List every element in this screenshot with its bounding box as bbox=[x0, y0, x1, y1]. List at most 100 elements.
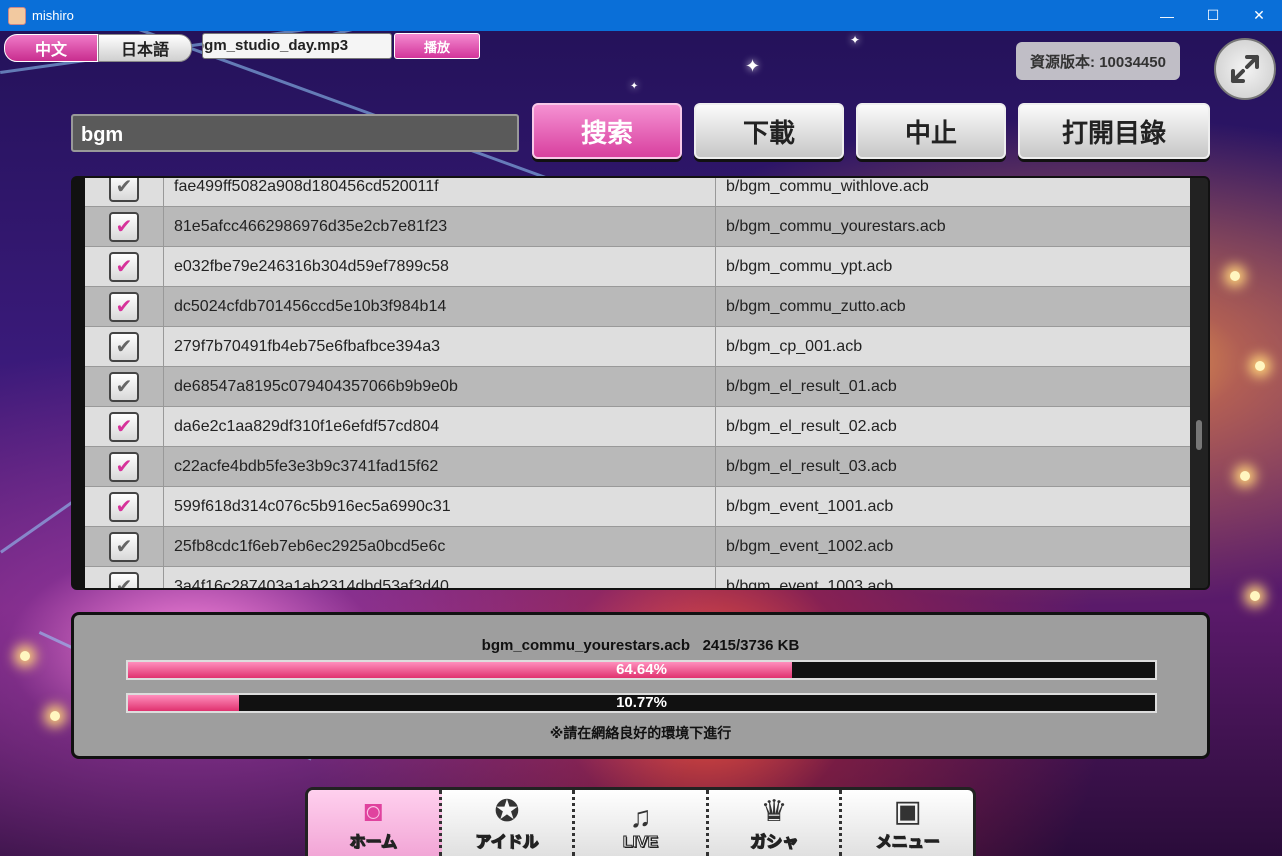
row-check-cell: ✔ bbox=[85, 567, 164, 588]
row-hash: 81e5afcc4662986976d35e2cb7e81f23 bbox=[164, 207, 716, 246]
row-check-cell: ✔ bbox=[85, 367, 164, 406]
row-hash: dc5024cfdb701456ccd5e10b3f984b14 bbox=[164, 287, 716, 326]
minimize-button[interactable]: — bbox=[1144, 0, 1190, 31]
open-directory-button[interactable]: 打開目錄 bbox=[1018, 103, 1210, 159]
download-progress-panel: bgm_commu_yourestars.acb 2415/3736 KB 64… bbox=[71, 612, 1210, 759]
row-checkbox[interactable]: ✔ bbox=[109, 531, 139, 562]
row-path: b/bgm_el_result_01.acb bbox=[726, 377, 897, 395]
stop-button[interactable]: 中止 bbox=[856, 103, 1006, 159]
table-row[interactable]: ✔ 81e5afcc4662986976d35e2cb7e81f23 b/bgm_c… bbox=[85, 207, 1191, 247]
total-progress-label: 10.77% bbox=[616, 694, 667, 711]
nav-label: ガシャ bbox=[750, 834, 799, 852]
network-note: ※請在網絡良好的環境下進行 bbox=[549, 725, 732, 741]
nav-item-1[interactable]: ✪ アイドル bbox=[442, 790, 576, 856]
row-hash: da6e2c1aa829df310f1e6efdf57cd804 bbox=[164, 407, 716, 446]
window-titlebar: mishiro — ☐ ✕ bbox=[0, 0, 1282, 31]
current-file-progress-bar: 64.64% bbox=[126, 660, 1157, 680]
row-hash: c22acfe4bdb5fe3e3b9c3741fad15f62 bbox=[164, 447, 716, 486]
row-checkbox[interactable]: ✔ bbox=[109, 411, 139, 442]
nav-label: メニュー bbox=[875, 834, 940, 852]
nav-label: ホーム bbox=[349, 834, 398, 852]
checkmark-icon: ✔ bbox=[115, 256, 133, 278]
lang-japanese-button[interactable]: 日本語 bbox=[98, 34, 192, 62]
row-hash: 3a4f16c287403a1ab2314dbd53af3d40 bbox=[164, 567, 716, 588]
bottom-navigation: ◙ ホーム ✪ アイドル ♫ LIVE ♛ ガシャ ▣ メニュー bbox=[305, 787, 976, 856]
row-check-cell: ✔ bbox=[85, 447, 164, 486]
row-checkbox[interactable]: ✔ bbox=[109, 176, 139, 202]
table-row[interactable]: ✔ de68547a8195c079404357066b9b9e0b b/bgm_e… bbox=[85, 367, 1191, 407]
row-path: b/bgm_commu_ypt.acb bbox=[726, 257, 893, 275]
progress-file-info: bgm_commu_yourestars.acb 2415/3736 KB bbox=[74, 637, 1207, 654]
now-playing-text: bgm_studio_day.mp3 bbox=[202, 37, 349, 54]
row-checkbox[interactable]: ✔ bbox=[109, 371, 139, 402]
nav-label: LIVE bbox=[622, 834, 659, 852]
table-row[interactable]: ✔ fae499ff5082a908d180456cd520011f b/bgm_c… bbox=[85, 176, 1191, 207]
row-path: b/bgm_el_result_03.acb bbox=[726, 457, 897, 475]
checkmark-icon: ✔ bbox=[115, 376, 133, 398]
row-path: b/bgm_commu_withlove.acb bbox=[726, 177, 929, 195]
close-button[interactable]: ✕ bbox=[1236, 0, 1282, 31]
table-row[interactable]: ✔ 25fb8cdc1f6eb7eb6ec2925a0bcd5e6c b/bgm_e… bbox=[85, 527, 1191, 567]
row-check-cell: ✔ bbox=[85, 487, 164, 526]
row-hash: 599f618d314c076c5b916ec5a6990c31 bbox=[164, 487, 716, 526]
checkmark-icon: ✔ bbox=[115, 176, 133, 198]
resource-version-badge: 資源版本: 10034450 bbox=[1016, 42, 1180, 80]
row-check-cell: ✔ bbox=[85, 207, 164, 246]
menu-card-icon: ▣ bbox=[893, 795, 922, 828]
row-path: b/bgm_commu_yourestars.acb bbox=[726, 217, 946, 235]
row-check-cell: ✔ bbox=[85, 176, 164, 206]
checkmark-icon: ✔ bbox=[115, 456, 133, 478]
nav-label: アイドル bbox=[475, 834, 539, 852]
star-badge-icon: ✪ bbox=[494, 795, 520, 828]
scroll-thumb[interactable] bbox=[1196, 420, 1202, 450]
app-icon bbox=[8, 6, 26, 25]
row-check-cell: ✔ bbox=[85, 327, 164, 366]
search-input[interactable]: bgm bbox=[71, 114, 519, 152]
file-table-body: ✔ fae499ff5082a908d180456cd520011f b/bgm_c… bbox=[85, 176, 1191, 590]
row-checkbox[interactable]: ✔ bbox=[109, 451, 139, 482]
expand-arrows-icon bbox=[1231, 55, 1259, 83]
row-checkbox[interactable]: ✔ bbox=[109, 291, 139, 322]
table-row[interactable]: ✔ 599f618d314c076c5b916ec5a6990c31 b/bgm_e… bbox=[85, 487, 1191, 527]
speaker-icon: ◙ bbox=[364, 795, 383, 828]
nav-item-4[interactable]: ▣ メニュー bbox=[842, 790, 973, 856]
fullscreen-button[interactable] bbox=[1214, 38, 1276, 100]
row-check-cell: ✔ bbox=[85, 527, 164, 566]
checkmark-icon: ✔ bbox=[115, 536, 133, 558]
row-checkbox[interactable]: ✔ bbox=[109, 211, 139, 242]
nav-item-0[interactable]: ◙ ホーム bbox=[308, 790, 442, 856]
table-row[interactable]: ✔ da6e2c1aa829df310f1e6efdf57cd804 b/bgm_e… bbox=[85, 407, 1191, 447]
table-row[interactable]: ✔ 279f7b70491fb4eb75e6fbafbce394a3 b/bgm_c… bbox=[85, 327, 1191, 367]
lang-chinese-button[interactable]: 中文 bbox=[4, 34, 98, 62]
table-row[interactable]: ✔ dc5024cfdb701456ccd5e10b3f984b14 b/bgm_c… bbox=[85, 287, 1191, 327]
table-row[interactable]: ✔ 3a4f16c287403a1ab2314dbd53af3d40 b/bgm_e… bbox=[85, 567, 1191, 590]
row-hash: 25fb8cdc1f6eb7eb6ec2925a0bcd5e6c bbox=[164, 527, 716, 566]
nav-item-2[interactable]: ♫ LIVE bbox=[575, 790, 709, 856]
checkmark-icon: ✔ bbox=[115, 496, 133, 518]
checkmark-icon: ✔ bbox=[115, 296, 133, 318]
progress-filename: bgm_commu_yourestars.acb bbox=[481, 637, 691, 654]
row-hash: 279f7b70491fb4eb75e6fbafbce394a3 bbox=[164, 327, 716, 366]
table-row[interactable]: ✔ e032fbe79e246316b304d59ef7899c58 b/bgm_c… bbox=[85, 247, 1191, 287]
maximize-button[interactable]: ☐ bbox=[1190, 0, 1236, 31]
search-button[interactable]: 搜索 bbox=[532, 103, 682, 159]
row-checkbox[interactable]: ✔ bbox=[109, 251, 139, 282]
row-path: b/bgm_event_1002.acb bbox=[726, 537, 894, 555]
table-row[interactable]: ✔ c22acfe4bdb5fe3e3b9c3741fad15f62 b/bgm_e… bbox=[85, 447, 1191, 487]
row-checkbox[interactable]: ✔ bbox=[109, 331, 139, 362]
row-checkbox[interactable]: ✔ bbox=[109, 491, 139, 522]
play-button[interactable]: 播放 bbox=[394, 33, 480, 59]
current-progress-label: 64.64% bbox=[616, 661, 667, 678]
download-button[interactable]: 下載 bbox=[694, 103, 844, 159]
row-path: b/bgm_event_1003.acb bbox=[726, 577, 894, 590]
row-hash: e032fbe79e246316b304d59ef7899c58 bbox=[164, 247, 716, 286]
table-scrollbar[interactable] bbox=[1190, 178, 1208, 588]
row-check-cell: ✔ bbox=[85, 407, 164, 446]
row-check-cell: ✔ bbox=[85, 287, 164, 326]
checkmark-icon: ✔ bbox=[115, 216, 133, 238]
row-checkbox[interactable]: ✔ bbox=[109, 571, 139, 588]
row-path: b/bgm_el_result_02.acb bbox=[726, 417, 897, 435]
now-playing-field[interactable]: bgm_studio_day.mp3 bbox=[202, 33, 392, 59]
row-path: b/bgm_cp_001.acb bbox=[726, 337, 863, 355]
nav-item-3[interactable]: ♛ ガシャ bbox=[709, 790, 843, 856]
